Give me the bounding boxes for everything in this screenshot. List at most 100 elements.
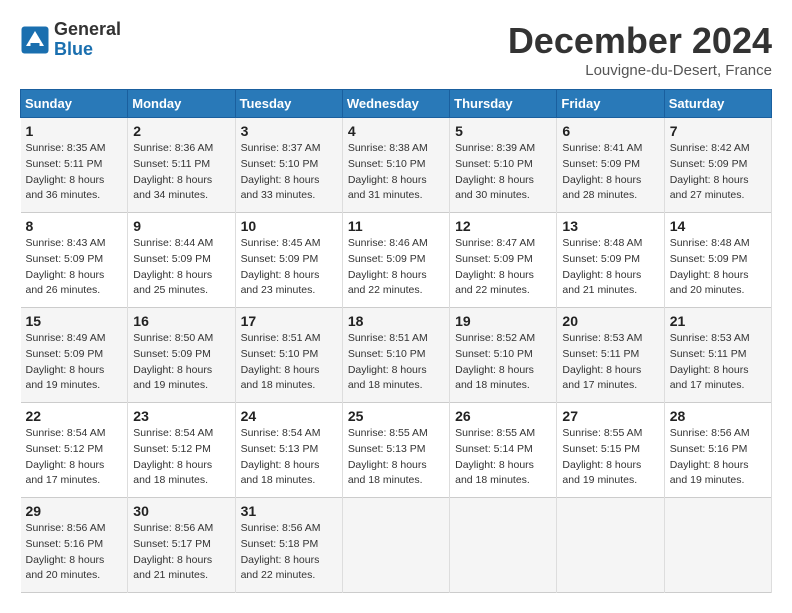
day-info: Sunrise: 8:48 AMSunset: 5:09 PMDaylight:… (670, 236, 766, 299)
calendar-cell: 12Sunrise: 8:47 AMSunset: 5:09 PMDayligh… (450, 213, 557, 308)
day-info: Sunrise: 8:44 AMSunset: 5:09 PMDaylight:… (133, 236, 229, 299)
calendar-cell: 10 Sunrise: 8:45 AMSunset: 5:09 PMDayligh… (235, 213, 342, 308)
day-number: 30 (133, 503, 229, 519)
day-number: 7 (670, 123, 766, 139)
day-number: 6 (562, 123, 658, 139)
day-info: Sunrise: 8:56 AMSunset: 5:17 PMDaylight:… (133, 521, 229, 584)
calendar-cell: 30 Sunrise: 8:56 AMSunset: 5:17 PMDayligh… (128, 498, 235, 593)
day-info: Sunrise: 8:54 AMSunset: 5:13 PMDaylight:… (241, 426, 337, 489)
column-header-monday: Monday (128, 90, 235, 118)
day-number: 12 (455, 218, 551, 234)
day-info: Sunrise: 8:55 AMSunset: 5:14 PMDaylight:… (455, 426, 551, 489)
day-number: 8 (26, 218, 123, 234)
calendar-cell: 1 Sunrise: 8:35 AMSunset: 5:11 PMDaylight… (21, 118, 128, 213)
day-info: Sunrise: 8:51 AMSunset: 5:10 PMDaylight:… (348, 331, 444, 394)
calendar-cell: 20Sunrise: 8:53 AMSunset: 5:11 PMDayligh… (557, 308, 664, 403)
calendar-cell: 28 Sunrise: 8:56 AMSunset: 5:16 PMDayligh… (664, 403, 771, 498)
day-number: 20 (562, 313, 658, 329)
calendar-cell: 14 Sunrise: 8:48 AMSunset: 5:09 PMDayligh… (664, 213, 771, 308)
day-number: 11 (348, 218, 444, 234)
calendar-week-row: 29 Sunrise: 8:56 AMSunset: 5:16 PMDayligh… (21, 498, 772, 593)
day-number: 4 (348, 123, 444, 139)
day-number: 17 (241, 313, 337, 329)
column-header-saturday: Saturday (664, 90, 771, 118)
calendar-cell: 21Sunrise: 8:53 AMSunset: 5:11 PMDayligh… (664, 308, 771, 403)
header-row: SundayMondayTuesdayWednesdayThursdayFrid… (21, 90, 772, 118)
calendar-cell: 18Sunrise: 8:51 AMSunset: 5:10 PMDayligh… (342, 308, 449, 403)
day-number: 28 (670, 408, 766, 424)
day-info: Sunrise: 8:38 AMSunset: 5:10 PMDaylight:… (348, 141, 444, 204)
calendar-cell: 17Sunrise: 8:51 AMSunset: 5:10 PMDayligh… (235, 308, 342, 403)
logo: General Blue (20, 20, 121, 60)
day-number: 24 (241, 408, 337, 424)
column-header-tuesday: Tuesday (235, 90, 342, 118)
calendar-cell: 4 Sunrise: 8:38 AMSunset: 5:10 PMDaylight… (342, 118, 449, 213)
logo-line1: General (54, 20, 121, 40)
page-header: General Blue December 2024 Louvigne-du-D… (20, 20, 772, 79)
title-block: December 2024 Louvigne-du-Desert, France (508, 20, 772, 79)
calendar-cell: 13Sunrise: 8:48 AMSunset: 5:09 PMDayligh… (557, 213, 664, 308)
calendar-cell: 15Sunrise: 8:49 AMSunset: 5:09 PMDayligh… (21, 308, 128, 403)
day-number: 27 (562, 408, 658, 424)
day-info: Sunrise: 8:48 AMSunset: 5:09 PMDaylight:… (562, 236, 658, 299)
calendar-cell: 23 Sunrise: 8:54 AMSunset: 5:12 PMDayligh… (128, 403, 235, 498)
calendar-cell: 7Sunrise: 8:42 AMSunset: 5:09 PMDaylight… (664, 118, 771, 213)
column-header-friday: Friday (557, 90, 664, 118)
day-info: Sunrise: 8:41 AMSunset: 5:09 PMDaylight:… (562, 141, 658, 204)
day-number: 22 (26, 408, 123, 424)
calendar-cell: 25 Sunrise: 8:55 AMSunset: 5:13 PMDayligh… (342, 403, 449, 498)
calendar-cell (664, 498, 771, 593)
calendar-cell: 6 Sunrise: 8:41 AMSunset: 5:09 PMDaylight… (557, 118, 664, 213)
day-number: 26 (455, 408, 551, 424)
day-number: 14 (670, 218, 766, 234)
day-number: 23 (133, 408, 229, 424)
day-number: 9 (133, 218, 229, 234)
day-number: 2 (133, 123, 229, 139)
day-info: Sunrise: 8:55 AMSunset: 5:13 PMDaylight:… (348, 426, 444, 489)
calendar-cell: 9 Sunrise: 8:44 AMSunset: 5:09 PMDaylight… (128, 213, 235, 308)
day-info: Sunrise: 8:50 AMSunset: 5:09 PMDaylight:… (133, 331, 229, 394)
day-number: 10 (241, 218, 337, 234)
month-title: December 2024 (508, 20, 772, 62)
day-number: 29 (26, 503, 123, 519)
calendar-table: SundayMondayTuesdayWednesdayThursdayFrid… (20, 89, 772, 593)
day-number: 25 (348, 408, 444, 424)
calendar-cell: 11 Sunrise: 8:46 AMSunset: 5:09 PMDayligh… (342, 213, 449, 308)
day-info: Sunrise: 8:53 AMSunset: 5:11 PMDaylight:… (670, 331, 766, 394)
day-info: Sunrise: 8:46 AMSunset: 5:09 PMDaylight:… (348, 236, 444, 299)
logo-icon (20, 25, 50, 55)
calendar-cell: 8 Sunrise: 8:43 AMSunset: 5:09 PMDaylight… (21, 213, 128, 308)
calendar-week-row: 22 Sunrise: 8:54 AMSunset: 5:12 PMDayligh… (21, 403, 772, 498)
day-info: Sunrise: 8:43 AMSunset: 5:09 PMDaylight:… (26, 236, 123, 299)
day-number: 16 (133, 313, 229, 329)
calendar-cell (557, 498, 664, 593)
day-info: Sunrise: 8:52 AMSunset: 5:10 PMDaylight:… (455, 331, 551, 394)
calendar-week-row: 15Sunrise: 8:49 AMSunset: 5:09 PMDayligh… (21, 308, 772, 403)
day-info: Sunrise: 8:56 AMSunset: 5:18 PMDaylight:… (241, 521, 337, 584)
day-number: 1 (26, 123, 123, 139)
day-info: Sunrise: 8:56 AMSunset: 5:16 PMDaylight:… (670, 426, 766, 489)
day-info: Sunrise: 8:35 AMSunset: 5:11 PMDaylight:… (26, 141, 123, 204)
calendar-week-row: 8 Sunrise: 8:43 AMSunset: 5:09 PMDaylight… (21, 213, 772, 308)
calendar-cell: 22 Sunrise: 8:54 AMSunset: 5:12 PMDayligh… (21, 403, 128, 498)
day-info: Sunrise: 8:54 AMSunset: 5:12 PMDaylight:… (26, 426, 123, 489)
calendar-cell: 26 Sunrise: 8:55 AMSunset: 5:14 PMDayligh… (450, 403, 557, 498)
column-header-sunday: Sunday (21, 90, 128, 118)
day-number: 5 (455, 123, 551, 139)
calendar-week-row: 1 Sunrise: 8:35 AMSunset: 5:11 PMDaylight… (21, 118, 772, 213)
day-info: Sunrise: 8:45 AMSunset: 5:09 PMDaylight:… (241, 236, 337, 299)
day-number: 31 (241, 503, 337, 519)
day-info: Sunrise: 8:54 AMSunset: 5:12 PMDaylight:… (133, 426, 229, 489)
calendar-cell: 5 Sunrise: 8:39 AMSunset: 5:10 PMDaylight… (450, 118, 557, 213)
day-info: Sunrise: 8:55 AMSunset: 5:15 PMDaylight:… (562, 426, 658, 489)
day-info: Sunrise: 8:39 AMSunset: 5:10 PMDaylight:… (455, 141, 551, 204)
calendar-cell (450, 498, 557, 593)
day-number: 15 (26, 313, 123, 329)
column-header-wednesday: Wednesday (342, 90, 449, 118)
day-info: Sunrise: 8:36 AMSunset: 5:11 PMDaylight:… (133, 141, 229, 204)
calendar-cell: 27 Sunrise: 8:55 AMSunset: 5:15 PMDayligh… (557, 403, 664, 498)
location-subtitle: Louvigne-du-Desert, France (508, 62, 772, 79)
day-number: 19 (455, 313, 551, 329)
calendar-cell: 16 Sunrise: 8:50 AMSunset: 5:09 PMDayligh… (128, 308, 235, 403)
day-info: Sunrise: 8:56 AMSunset: 5:16 PMDaylight:… (26, 521, 123, 584)
